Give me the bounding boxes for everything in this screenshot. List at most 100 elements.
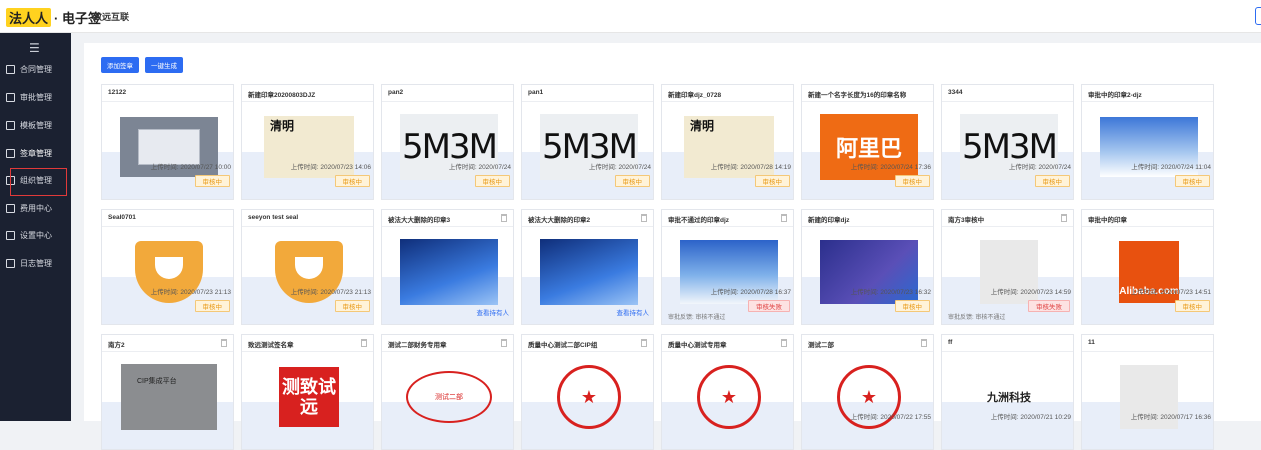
seal-card[interactable]: 质量中心测试专用章 ★ — [661, 334, 794, 450]
seal-card[interactable]: 致远测试签名章测致试远 — [241, 334, 374, 450]
seal-card-title: 致远测试签名章 — [248, 342, 294, 349]
seal-preview: ★ 上传时间: 2020/07/22 17:55 — [802, 352, 933, 449]
sidebar-item-label: 模板管理 — [20, 120, 52, 130]
seal-card[interactable]: 新建一个名字长度为16的印章名称 阿里巴 上传时间: 2020/07/24 17:3… — [801, 84, 934, 200]
seal-icon — [6, 148, 15, 158]
seal-card[interactable]: 测试二部 ★ 上传时间: 2020/07/22 17:55 — [801, 334, 934, 450]
seal-preview: 上传时间: 2020/07/24 11:04 审核中 — [1082, 102, 1213, 199]
top-right-button[interactable] — [1255, 7, 1261, 25]
sidebar-item-0[interactable]: 合同管理 — [0, 59, 71, 79]
seal-preview: 5M3M 上传时间: 2020/07/24 审核中 — [942, 102, 1073, 199]
sidebar-item-1[interactable]: 审批管理 — [0, 87, 71, 107]
view-holder-link[interactable]: 查看持有人 — [617, 307, 650, 317]
upload-time: 上传时间: 2020/07/21 10:29 — [990, 414, 1071, 421]
generate-button[interactable]: 一键生成 — [145, 57, 183, 73]
seal-preview: 清明 上传时间: 2020/07/23 14:06 审核中 — [242, 102, 373, 199]
seal-card[interactable]: 质量中心测试二部CIP组 ★ — [521, 334, 654, 450]
seal-image-text: 测致试远 — [282, 377, 336, 417]
trash-icon[interactable] — [641, 339, 647, 347]
seal-preview: 九洲科技 上传时间: 2020/07/21 10:29 — [942, 352, 1073, 449]
upload-time: 上传时间: 2020/07/28 16:37 — [710, 289, 791, 296]
approval-icon — [6, 92, 15, 102]
seal-card[interactable]: Seal0701 上传时间: 2020/07/23 21:13 审核中 — [101, 209, 234, 325]
seal-preview: ★ — [522, 352, 653, 449]
trash-icon[interactable] — [781, 214, 787, 222]
sidebar-item-label: 签章管理 — [20, 148, 52, 158]
seal-card[interactable]: 新建印章20200803DJZ 清明 上传时间: 2020/07/23 14:06 审… — [241, 84, 374, 200]
seal-card-title: 质量中心测试二部CIP组 — [528, 342, 598, 349]
seal-card[interactable]: 审批中的印章 Alibaba.com 上传时间: 2020/07/23 14:51 审… — [1081, 209, 1214, 325]
seal-card-title: 被法大大删除的印章2 — [528, 217, 591, 224]
seal-card[interactable]: ff 九洲科技 上传时间: 2020/07/21 10:29 — [941, 334, 1074, 450]
document-icon — [6, 64, 15, 74]
sidebar-item-7[interactable]: 日志管理 — [0, 253, 71, 273]
trash-icon[interactable] — [921, 339, 927, 347]
seal-image-text: 清明 — [270, 119, 295, 133]
sidebar-item-6[interactable]: 设置中心 — [0, 225, 71, 245]
seal-card-title: 被法大大删除的印章3 — [388, 217, 451, 224]
seal-preview: 清明 上传时间: 2020/07/28 14:19 审核中 — [662, 102, 793, 199]
seal-preview: 测试二部 — [382, 352, 513, 449]
seal-preview: 上传时间: 2020/07/23 21:13 审核中 — [242, 227, 373, 324]
sidebar-item-2[interactable]: 模板管理 — [0, 115, 71, 135]
seal-image-red-oval: 测试二部 — [406, 371, 492, 423]
seal-card-title: Seal0701 — [108, 214, 136, 221]
add-seal-button[interactable]: 添加签章 — [101, 57, 139, 73]
trash-icon[interactable] — [641, 214, 647, 222]
status-badge: 审核中 — [894, 175, 930, 187]
sidebar-item-label: 设置中心 — [20, 230, 52, 240]
seal-card[interactable]: 11 上传时间: 2020/07/17 16:36 — [1081, 334, 1214, 450]
seal-card[interactable]: 3344 5M3M 上传时间: 2020/07/24 审核中 — [941, 84, 1074, 200]
logo-mark: 法人人 — [6, 7, 52, 27]
approval-feedback: 审批反馈: 审核不通过 — [668, 315, 726, 321]
upload-time: 上传时间: 2020/07/28 14:19 — [710, 164, 791, 171]
sidebar-item-5[interactable]: 费用中心 — [0, 198, 71, 218]
seal-card-title: 南方2 — [108, 342, 125, 349]
seal-preview: 测致试远 — [242, 352, 373, 449]
sidebar-item-label: 合同管理 — [20, 64, 52, 74]
seal-preview: 查看持有人 — [522, 227, 653, 324]
status-badge: 审核失败 — [748, 300, 790, 312]
upload-time: 上传时间: 2020/07/23 21:13 — [290, 289, 371, 296]
sidebar: ☰ 合同管理 审批管理 模板管理 签章管理 组织管理 费用中心 设置中心 日志管理 — [0, 33, 71, 421]
trash-icon[interactable] — [781, 339, 787, 347]
upload-time: 上传时间: 2020/07/23 14:06 — [290, 164, 371, 171]
seal-card-title: 审批中的印章2-djz — [1088, 92, 1142, 99]
seal-preview: 上传时间: 2020/07/23 14:59 审核失败 审批反馈: 审核不通过 — [942, 227, 1073, 324]
seal-image: ★ — [540, 364, 638, 430]
trash-icon[interactable] — [501, 214, 507, 222]
seal-image-red-square: 测致试远 — [279, 367, 339, 427]
trash-icon[interactable] — [361, 339, 367, 347]
menu-toggle-icon[interactable]: ☰ — [29, 41, 40, 55]
sidebar-item-3[interactable]: 签章管理 — [0, 143, 71, 163]
seal-card[interactable]: 南方3审核中 上传时间: 2020/07/23 14:59 审核失败 审批反馈: 审核… — [941, 209, 1074, 325]
seal-card[interactable]: 新建的印章djz 上传时间: 2020/07/23 16:32 审核中 — [801, 209, 934, 325]
upload-time: 上传时间: 2020/07/23 21:13 — [150, 289, 231, 296]
seal-card[interactable]: 审批中的印章2-djz 上传时间: 2020/07/24 11:04 审核中 — [1081, 84, 1214, 200]
seal-card[interactable]: 被法大大删除的印章2 查看持有人 — [521, 209, 654, 325]
seal-card-title: pan1 — [528, 89, 544, 96]
log-icon — [6, 258, 15, 268]
seal-card[interactable]: 测试二部财务专用章 测试二部 — [381, 334, 514, 450]
sidebar-item-label: 审批管理 — [20, 92, 52, 102]
seal-card[interactable]: 南方2 CIP集成平台 — [101, 334, 234, 450]
seal-card[interactable]: 新建印章djz_0728 清明 上传时间: 2020/07/28 14:19 审核中 — [661, 84, 794, 200]
seal-card[interactable]: 12122 上传时间: 2020/07/27 10:00 审核中 — [101, 84, 234, 200]
seal-image: ★ — [680, 364, 778, 430]
view-holder-link[interactable]: 查看持有人 — [477, 307, 510, 317]
seal-card[interactable]: pan2 5M3M 上传时间: 2020/07/24 审核中 — [381, 84, 514, 200]
seal-card[interactable]: 被法大大删除的印章3 查看持有人 — [381, 209, 514, 325]
seal-preview: 5M3M 上传时间: 2020/07/24 审核中 — [382, 102, 513, 199]
seal-card[interactable]: seeyon test seal 上传时间: 2020/07/23 21:13 审核… — [241, 209, 374, 325]
logo: 法人人 · 电子签 — [6, 7, 101, 27]
upload-time: 上传时间: 2020/07/24 — [588, 164, 651, 171]
seal-card[interactable]: 审批不通过的印章djz 上传时间: 2020/07/28 16:37 审核失败 审批反… — [661, 209, 794, 325]
trash-icon[interactable] — [1061, 214, 1067, 222]
upload-time: 上传时间: 2020/07/24 17:36 — [850, 164, 931, 171]
seal-card[interactable]: pan1 5M3M 上传时间: 2020/07/24 审核中 — [521, 84, 654, 200]
trash-icon[interactable] — [501, 339, 507, 347]
status-badge: 审核中 — [1174, 175, 1210, 187]
seal-card-title: 11 — [1088, 339, 1095, 346]
trash-icon[interactable] — [221, 339, 227, 347]
seal-preview: 上传时间: 2020/07/23 21:13 审核中 — [102, 227, 233, 324]
